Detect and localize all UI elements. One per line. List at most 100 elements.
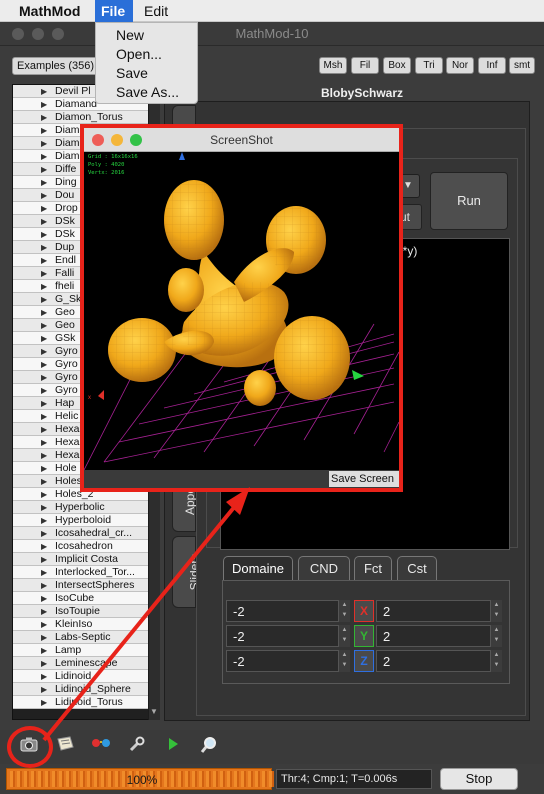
magnifier-icon[interactable] bbox=[198, 736, 220, 756]
list-item[interactable]: ▶ Hyperboloid bbox=[13, 514, 149, 527]
x-min-field[interactable]: -2 bbox=[226, 600, 350, 622]
expand-arrow-icon[interactable]: ▶ bbox=[41, 423, 47, 435]
expand-arrow-icon[interactable]: ▶ bbox=[41, 397, 47, 409]
list-item[interactable]: ▶ Lidinoid bbox=[13, 670, 149, 683]
expand-arrow-icon[interactable]: ▶ bbox=[41, 540, 47, 552]
expand-arrow-icon[interactable]: ▶ bbox=[41, 514, 47, 526]
menu-item-open[interactable]: Open... bbox=[116, 46, 162, 62]
menu-item-new[interactable]: New bbox=[116, 27, 144, 43]
edit-menu[interactable]: Edit bbox=[144, 3, 168, 19]
expand-arrow-icon[interactable]: ▶ bbox=[41, 553, 47, 565]
z-max-spinner[interactable]: ▲ ▼ bbox=[490, 650, 502, 672]
wrench-icon[interactable] bbox=[126, 736, 148, 756]
expand-arrow-icon[interactable]: ▶ bbox=[41, 631, 47, 643]
expand-arrow-icon[interactable]: ▶ bbox=[41, 670, 47, 682]
expand-arrow-icon[interactable]: ▶ bbox=[41, 579, 47, 591]
expand-arrow-icon[interactable]: ▶ bbox=[41, 696, 47, 708]
fil-button[interactable]: Fil bbox=[351, 57, 379, 74]
expand-arrow-icon[interactable]: ▶ bbox=[41, 358, 47, 370]
expand-arrow-icon[interactable]: ▶ bbox=[41, 306, 47, 318]
msh-button[interactable]: Msh bbox=[319, 57, 347, 74]
expand-arrow-icon[interactable]: ▶ bbox=[41, 111, 47, 123]
expand-arrow-icon[interactable]: ▶ bbox=[41, 410, 47, 422]
x-max-spinner[interactable]: ▲ ▼ bbox=[490, 600, 502, 622]
expand-arrow-icon[interactable]: ▶ bbox=[41, 332, 47, 344]
list-item[interactable]: ▶ IntersectSpheres bbox=[13, 579, 149, 592]
list-item[interactable]: ▶ KleinIso bbox=[13, 618, 149, 631]
y-max-spinner[interactable]: ▲ ▼ bbox=[490, 625, 502, 647]
tab-cst[interactable]: Cst bbox=[397, 556, 437, 580]
smt-button[interactable]: smt bbox=[509, 57, 535, 74]
z-max-field[interactable]: 2 bbox=[376, 650, 502, 672]
tab-domaine[interactable]: Domaine bbox=[223, 556, 293, 580]
expand-arrow-icon[interactable]: ▶ bbox=[41, 501, 47, 513]
tab-fct[interactable]: Fct bbox=[354, 556, 392, 580]
x-axis-button[interactable]: X bbox=[354, 600, 374, 622]
x-min-spinner[interactable]: ▲ ▼ bbox=[338, 600, 350, 622]
z-min-field[interactable]: -2 bbox=[226, 650, 350, 672]
list-item[interactable]: ▶ Lidinoid_Torus bbox=[13, 696, 149, 709]
list-item[interactable]: ▶ Lamp bbox=[13, 644, 149, 657]
y-max-field[interactable]: 2 bbox=[376, 625, 502, 647]
expand-arrow-icon[interactable]: ▶ bbox=[41, 124, 47, 136]
list-item[interactable]: ▶ Implicit Costa bbox=[13, 553, 149, 566]
list-item[interactable]: ▶ Diamon_Torus bbox=[13, 111, 149, 124]
y-min-field[interactable]: -2 bbox=[226, 625, 350, 647]
list-item[interactable]: ▶ Labs-Septic bbox=[13, 631, 149, 644]
expand-arrow-icon[interactable]: ▶ bbox=[41, 241, 47, 253]
expand-arrow-icon[interactable]: ▶ bbox=[41, 683, 47, 695]
screenshot-minimize-button[interactable] bbox=[111, 134, 123, 146]
list-item[interactable]: ▶ Interlocked_Tor... bbox=[13, 566, 149, 579]
file-menu[interactable]: File bbox=[95, 0, 133, 22]
scroll-icon[interactable] bbox=[54, 736, 76, 756]
expand-arrow-icon[interactable]: ▶ bbox=[41, 436, 47, 448]
inf-button[interactable]: Inf bbox=[478, 57, 506, 74]
expand-arrow-icon[interactable]: ▶ bbox=[41, 293, 47, 305]
expand-arrow-icon[interactable]: ▶ bbox=[41, 449, 47, 461]
expand-arrow-icon[interactable]: ▶ bbox=[41, 267, 47, 279]
app-menu[interactable]: MathMod bbox=[19, 3, 80, 19]
zoom-window-button[interactable] bbox=[52, 28, 64, 40]
run-button[interactable]: Run bbox=[430, 172, 508, 230]
z-min-spinner[interactable]: ▲ ▼ bbox=[338, 650, 350, 672]
expand-arrow-icon[interactable]: ▶ bbox=[41, 657, 47, 669]
list-item[interactable]: ▶ Lidinoid_Sphere bbox=[13, 683, 149, 696]
box-button[interactable]: Box bbox=[383, 57, 411, 74]
expand-arrow-icon[interactable]: ▶ bbox=[41, 345, 47, 357]
expand-arrow-icon[interactable]: ▶ bbox=[41, 163, 47, 175]
expand-arrow-icon[interactable]: ▶ bbox=[41, 475, 47, 487]
list-item[interactable]: ▶ Icosahedral_cr... bbox=[13, 527, 149, 540]
expand-arrow-icon[interactable]: ▶ bbox=[41, 592, 47, 604]
expand-arrow-icon[interactable]: ▶ bbox=[41, 605, 47, 617]
expand-arrow-icon[interactable]: ▶ bbox=[41, 254, 47, 266]
list-item[interactable]: ▶ Hyperbolic bbox=[13, 501, 149, 514]
scroll-down-arrow[interactable]: ▼ bbox=[150, 707, 158, 716]
expand-arrow-icon[interactable]: ▶ bbox=[41, 527, 47, 539]
list-item[interactable]: ▶ IsoToupie bbox=[13, 605, 149, 618]
z-axis-button[interactable]: Z bbox=[354, 650, 374, 672]
expand-arrow-icon[interactable]: ▶ bbox=[41, 488, 47, 500]
minimize-window-button[interactable] bbox=[32, 28, 44, 40]
screenshot-zoom-button[interactable] bbox=[130, 134, 142, 146]
expand-arrow-icon[interactable]: ▶ bbox=[41, 644, 47, 656]
expand-arrow-icon[interactable]: ▶ bbox=[41, 202, 47, 214]
expand-arrow-icon[interactable]: ▶ bbox=[41, 85, 47, 97]
tab-cnd[interactable]: CND bbox=[298, 556, 350, 580]
list-item[interactable]: ▶ Icosahedron bbox=[13, 540, 149, 553]
expand-arrow-icon[interactable]: ▶ bbox=[41, 150, 47, 162]
glasses-icon[interactable] bbox=[90, 736, 112, 756]
expand-arrow-icon[interactable]: ▶ bbox=[41, 280, 47, 292]
menu-item-save[interactable]: Save bbox=[116, 65, 148, 81]
expand-arrow-icon[interactable]: ▶ bbox=[41, 137, 47, 149]
expand-arrow-icon[interactable]: ▶ bbox=[41, 189, 47, 201]
expand-arrow-icon[interactable]: ▶ bbox=[41, 618, 47, 630]
expand-arrow-icon[interactable]: ▶ bbox=[41, 228, 47, 240]
3d-viewport[interactable]: x Grid : 16x16x16 Poly : 4020 Vertx: 201… bbox=[84, 152, 399, 470]
expand-arrow-icon[interactable]: ▶ bbox=[41, 566, 47, 578]
expand-arrow-icon[interactable]: ▶ bbox=[41, 215, 47, 227]
play-icon[interactable] bbox=[162, 736, 184, 756]
expand-arrow-icon[interactable]: ▶ bbox=[41, 98, 47, 110]
y-min-spinner[interactable]: ▲ ▼ bbox=[338, 625, 350, 647]
x-max-field[interactable]: 2 bbox=[376, 600, 502, 622]
expand-arrow-icon[interactable]: ▶ bbox=[41, 319, 47, 331]
